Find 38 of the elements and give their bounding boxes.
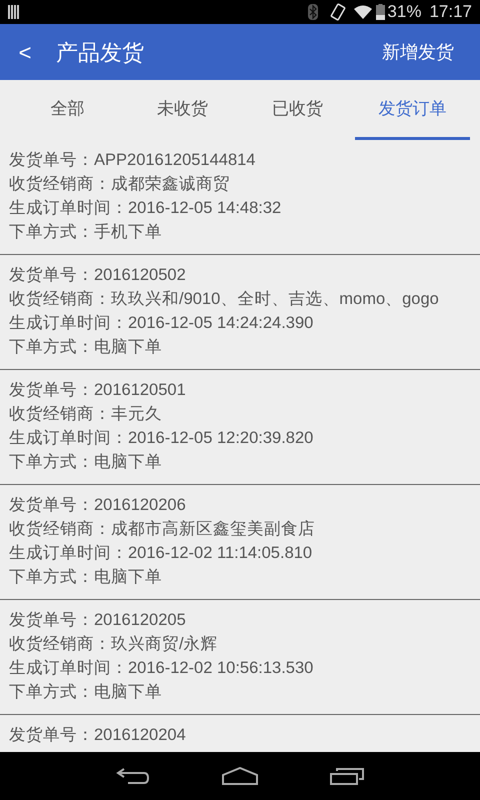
battery-icon <box>376 4 386 20</box>
signal-bars-icon <box>8 5 20 19</box>
order-detail-text: 下单方式：手机下单 <box>9 222 163 243</box>
bluetooth-icon <box>308 4 318 20</box>
tab[interactable]: 已收货 <box>240 80 355 140</box>
order-detail-text: 下单方式：电脑下单 <box>9 452 163 473</box>
order-detail-text: 生成订单时间：2016-12-02 11:14:05.810 <box>9 543 314 564</box>
order-detail-text: 收货经销商：玖玖兴和/9010、全时、吉选、momo、gogo <box>9 289 440 310</box>
order-detail-text: 下单方式：电脑下单 <box>9 682 163 703</box>
order-detail-text: 生成订单时间：2016-12-05 14:24:24.390 <box>9 313 314 334</box>
add-shipment-button[interactable]: 新增发货 <box>356 24 480 80</box>
tab[interactable]: 未收货 <box>125 80 240 140</box>
order-detail-text: 发货单号：2016120205 <box>9 610 187 631</box>
order-detail-text: 发货单号：2016120206 <box>9 495 187 516</box>
wifi-icon <box>354 5 372 19</box>
home-nav-icon[interactable] <box>222 767 258 785</box>
order-detail-text: 发货单号：2016120204 <box>9 725 187 746</box>
order-detail-text: 发货单号：APP20161205144814 <box>9 150 256 171</box>
order-detail-text: 生成订单时间：2016-12-05 14:48:32 <box>9 198 282 219</box>
order-detail-text: 收货经销商：玖兴商贸/永辉 <box>9 634 219 655</box>
order-detail-text: 生成订单时间：2016-12-02 10:56:13.530 <box>9 658 314 679</box>
battery-percentage: 31% <box>387 1 422 24</box>
order-detail-text: 收货经销商：成都荣鑫诚商贸 <box>9 174 231 195</box>
vibrate-phone-icon <box>330 3 346 21</box>
order-detail-text: 发货单号：2016120501 <box>9 380 187 401</box>
order-detail-text: 下单方式：电脑下单 <box>9 567 163 588</box>
clock-time: 17:17 <box>429 1 472 24</box>
back-nav-icon[interactable] <box>116 767 150 785</box>
order-detail-text: 收货经销商：成都市高新区鑫玺美副食店 <box>9 519 316 540</box>
order-detail-text: 发货单号：2016120502 <box>9 265 187 286</box>
tab[interactable]: 发货订单 <box>355 80 470 140</box>
tab[interactable]: 全部 <box>10 80 125 140</box>
order-detail-text: 下单方式：电脑下单 <box>9 337 163 358</box>
order-detail-text: 收货经销商：丰元久 <box>9 404 163 425</box>
recent-apps-icon[interactable] <box>330 767 364 785</box>
page-title: 产品发货 <box>56 38 144 66</box>
back-button[interactable]: < <box>0 24 50 80</box>
order-detail-text: 生成订单时间：2016-12-05 12:20:39.820 <box>9 428 314 449</box>
